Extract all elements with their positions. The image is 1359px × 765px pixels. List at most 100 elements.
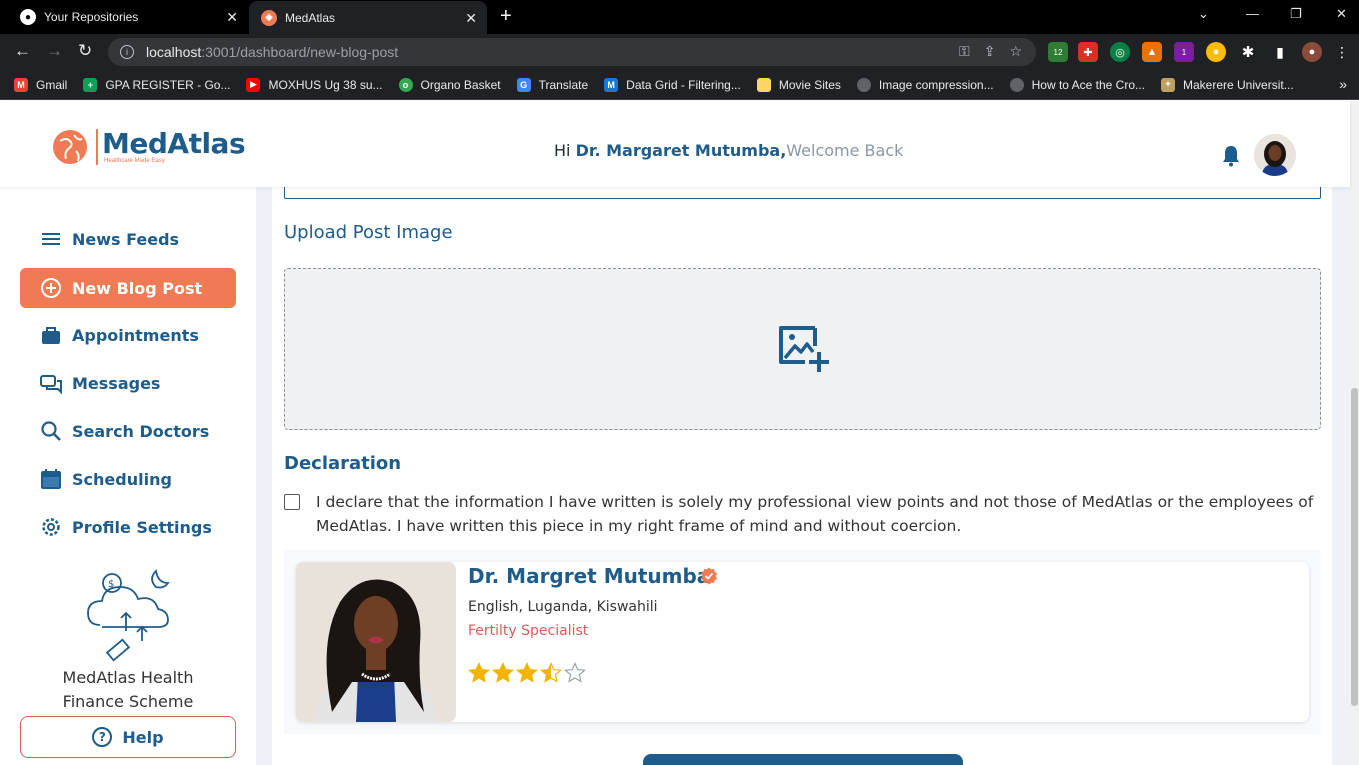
scrollbar-thumb[interactable] (1351, 388, 1358, 706)
sidebar-item-new-blog-post[interactable]: New Blog Post (20, 268, 236, 308)
extension-icon[interactable]: ● (1206, 42, 1226, 62)
bookmark-translate[interactable]: G Translate (516, 77, 588, 92)
sidebar-item-messages[interactable]: Messages (20, 363, 236, 403)
bookmark-gmail[interactable]: M Gmail (14, 77, 67, 92)
sidebar-item-profile-settings[interactable]: Profile Settings (20, 507, 236, 547)
calendar-icon (41, 469, 61, 489)
new-tab-button[interactable]: + (500, 6, 512, 26)
star-full-icon (492, 662, 514, 683)
plus-circle-icon (41, 278, 61, 298)
declaration-text: I declare that the information I have wr… (316, 493, 1314, 535)
sidebar-item-label: Messages (72, 373, 161, 393)
organo-icon: o (398, 77, 413, 92)
finance-line-2: Finance Scheme (62, 692, 194, 711)
submit-post-button[interactable] (643, 754, 963, 765)
doctor-languages: English, Luganda, Kiswahili (468, 599, 658, 615)
image-upload-dropzone[interactable] (284, 268, 1321, 430)
extension-icon[interactable]: 1 (1174, 42, 1194, 62)
sidebar-item-search-doctors[interactable]: Search Doctors (20, 411, 236, 451)
doctor-portrait-icon (296, 562, 456, 722)
gmail-icon: M (14, 77, 28, 92)
sidebar-item-news-feeds[interactable]: News Feeds (20, 219, 236, 259)
translate-icon: G (516, 77, 531, 92)
bookmark-ace[interactable]: How to Ace the Cro... (1009, 77, 1145, 92)
sidebar-item-scheduling[interactable]: Scheduling (20, 459, 236, 499)
doctor-name[interactable]: Dr. Margret Mutumba (468, 564, 710, 588)
bookmark-star-icon[interactable]: ☆ (1009, 43, 1022, 60)
sidebar-item-appointments[interactable]: Appointments (20, 315, 236, 355)
finance-line-1: MedAtlas Health (62, 668, 194, 687)
folder-icon (756, 77, 771, 92)
declaration-checkbox[interactable] (284, 494, 300, 510)
side-panel-icon[interactable]: ▮ (1270, 42, 1290, 62)
browser-tab-repositories[interactable]: ● Your Repositories ✕ (8, 0, 248, 34)
avatar[interactable] (1254, 134, 1296, 176)
close-window-button[interactable]: ✕ (1336, 6, 1347, 22)
tab-title: MedAtlas (285, 10, 336, 25)
logo-divider (96, 129, 98, 165)
makerere-icon: ✦ (1161, 77, 1175, 92)
menu-kebab-icon[interactable]: ⋮ (1332, 42, 1352, 62)
sidebar-item-label: New Blog Post (72, 278, 203, 298)
bookmark-organo-basket[interactable]: o Organo Basket (398, 77, 501, 92)
close-icon[interactable]: ✕ (226, 9, 238, 26)
chat-icon (40, 375, 62, 394)
eye-icon (1009, 77, 1024, 92)
question-icon: ? (92, 727, 113, 747)
gear-icon (42, 518, 60, 536)
key-icon[interactable]: ⚿ (959, 43, 970, 60)
bookmark-moxhus[interactable]: ▶ MOXHUS Ug 38 su... (246, 77, 383, 92)
sidebar-item-label: News Feeds (72, 229, 180, 249)
medatlas-favicon-icon: ◆ (261, 9, 277, 26)
menu-icon (42, 233, 60, 245)
profile-avatar-icon[interactable]: ● (1302, 42, 1322, 62)
close-icon[interactable]: ✕ (465, 10, 477, 27)
address-bar[interactable]: i localhost:3001/dashboard/new-blog-post… (108, 38, 1036, 66)
bookmarks-bar: M Gmail + GPA REGISTER - Go... ▶ MOXHUS Ug … (0, 70, 1359, 100)
browser-tab-bar: ● Your Repositories ✕ ◆ MedAtlas ✕ + ⌄ —… (0, 0, 1359, 34)
url-path: :3001/dashboard/new-blog-post (201, 44, 399, 60)
bookmark-image-compression[interactable]: Image compression... (856, 77, 994, 92)
greeting-prefix: Hi (554, 141, 576, 160)
bookmark-data-grid[interactable]: M Data Grid - Filtering... (604, 77, 741, 92)
extension-icon[interactable]: ✚ (1078, 42, 1098, 62)
back-button[interactable]: ← (14, 42, 31, 60)
user-avatar-icon (1254, 134, 1296, 176)
share-icon[interactable]: ⇪ (984, 43, 996, 60)
rating-stars (468, 662, 586, 684)
sidebar: News Feeds New Blog Post Appointments Me… (0, 187, 256, 765)
site-info-icon[interactable]: i (120, 45, 134, 59)
svg-text:$: $ (108, 579, 114, 590)
youtube-icon: ▶ (246, 77, 261, 92)
bookmark-movie-sites[interactable]: Movie Sites (756, 77, 841, 92)
restore-button[interactable]: ❐ (1290, 6, 1302, 22)
github-icon: ● (20, 9, 36, 25)
puzzle-icon[interactable]: ✱ (1238, 42, 1258, 62)
bookmarks-overflow-icon[interactable]: » (1339, 76, 1347, 92)
sidebar-item-label: Search Doctors (72, 421, 210, 441)
bell-icon[interactable] (1221, 145, 1241, 167)
reload-button[interactable]: ↻ (78, 42, 92, 60)
bookmark-gpa-register[interactable]: + GPA REGISTER - Go... (83, 77, 230, 92)
help-button[interactable]: ? Help (20, 716, 236, 758)
star-full-icon (468, 662, 490, 683)
medatlas-logo[interactable]: MedAtlas Healthcare Made Easy (50, 127, 246, 167)
minimize-button[interactable]: — (1246, 6, 1259, 21)
search-icon (41, 421, 61, 441)
finance-scheme-promo[interactable]: $ MedAtlas Health Finance Scheme (0, 565, 256, 714)
browser-toolbar: ← → ↻ i localhost:3001/dashboard/new-blo… (0, 34, 1359, 70)
extension-icon[interactable]: ◎ (1110, 42, 1130, 62)
doctor-specialty: Fertilty Specialist (468, 623, 589, 639)
doctor-photo (296, 562, 456, 722)
extension-icon[interactable]: 12 (1048, 42, 1068, 62)
upload-label: Upload Post Image (284, 222, 453, 243)
sidebar-item-label: Appointments (72, 325, 199, 345)
tab-search-icon[interactable]: ⌄ (1198, 6, 1209, 22)
forward-button[interactable]: → (46, 42, 63, 60)
url-host: localhost (146, 44, 202, 60)
browser-tab-medatlas[interactable]: ◆ MedAtlas ✕ (249, 1, 487, 34)
bookmark-makerere[interactable]: ✦ Makerere Universit... (1161, 77, 1294, 92)
metamask-icon[interactable]: ▲ (1142, 42, 1162, 62)
sheets-icon: + (83, 77, 98, 92)
star-full-icon (516, 662, 538, 683)
